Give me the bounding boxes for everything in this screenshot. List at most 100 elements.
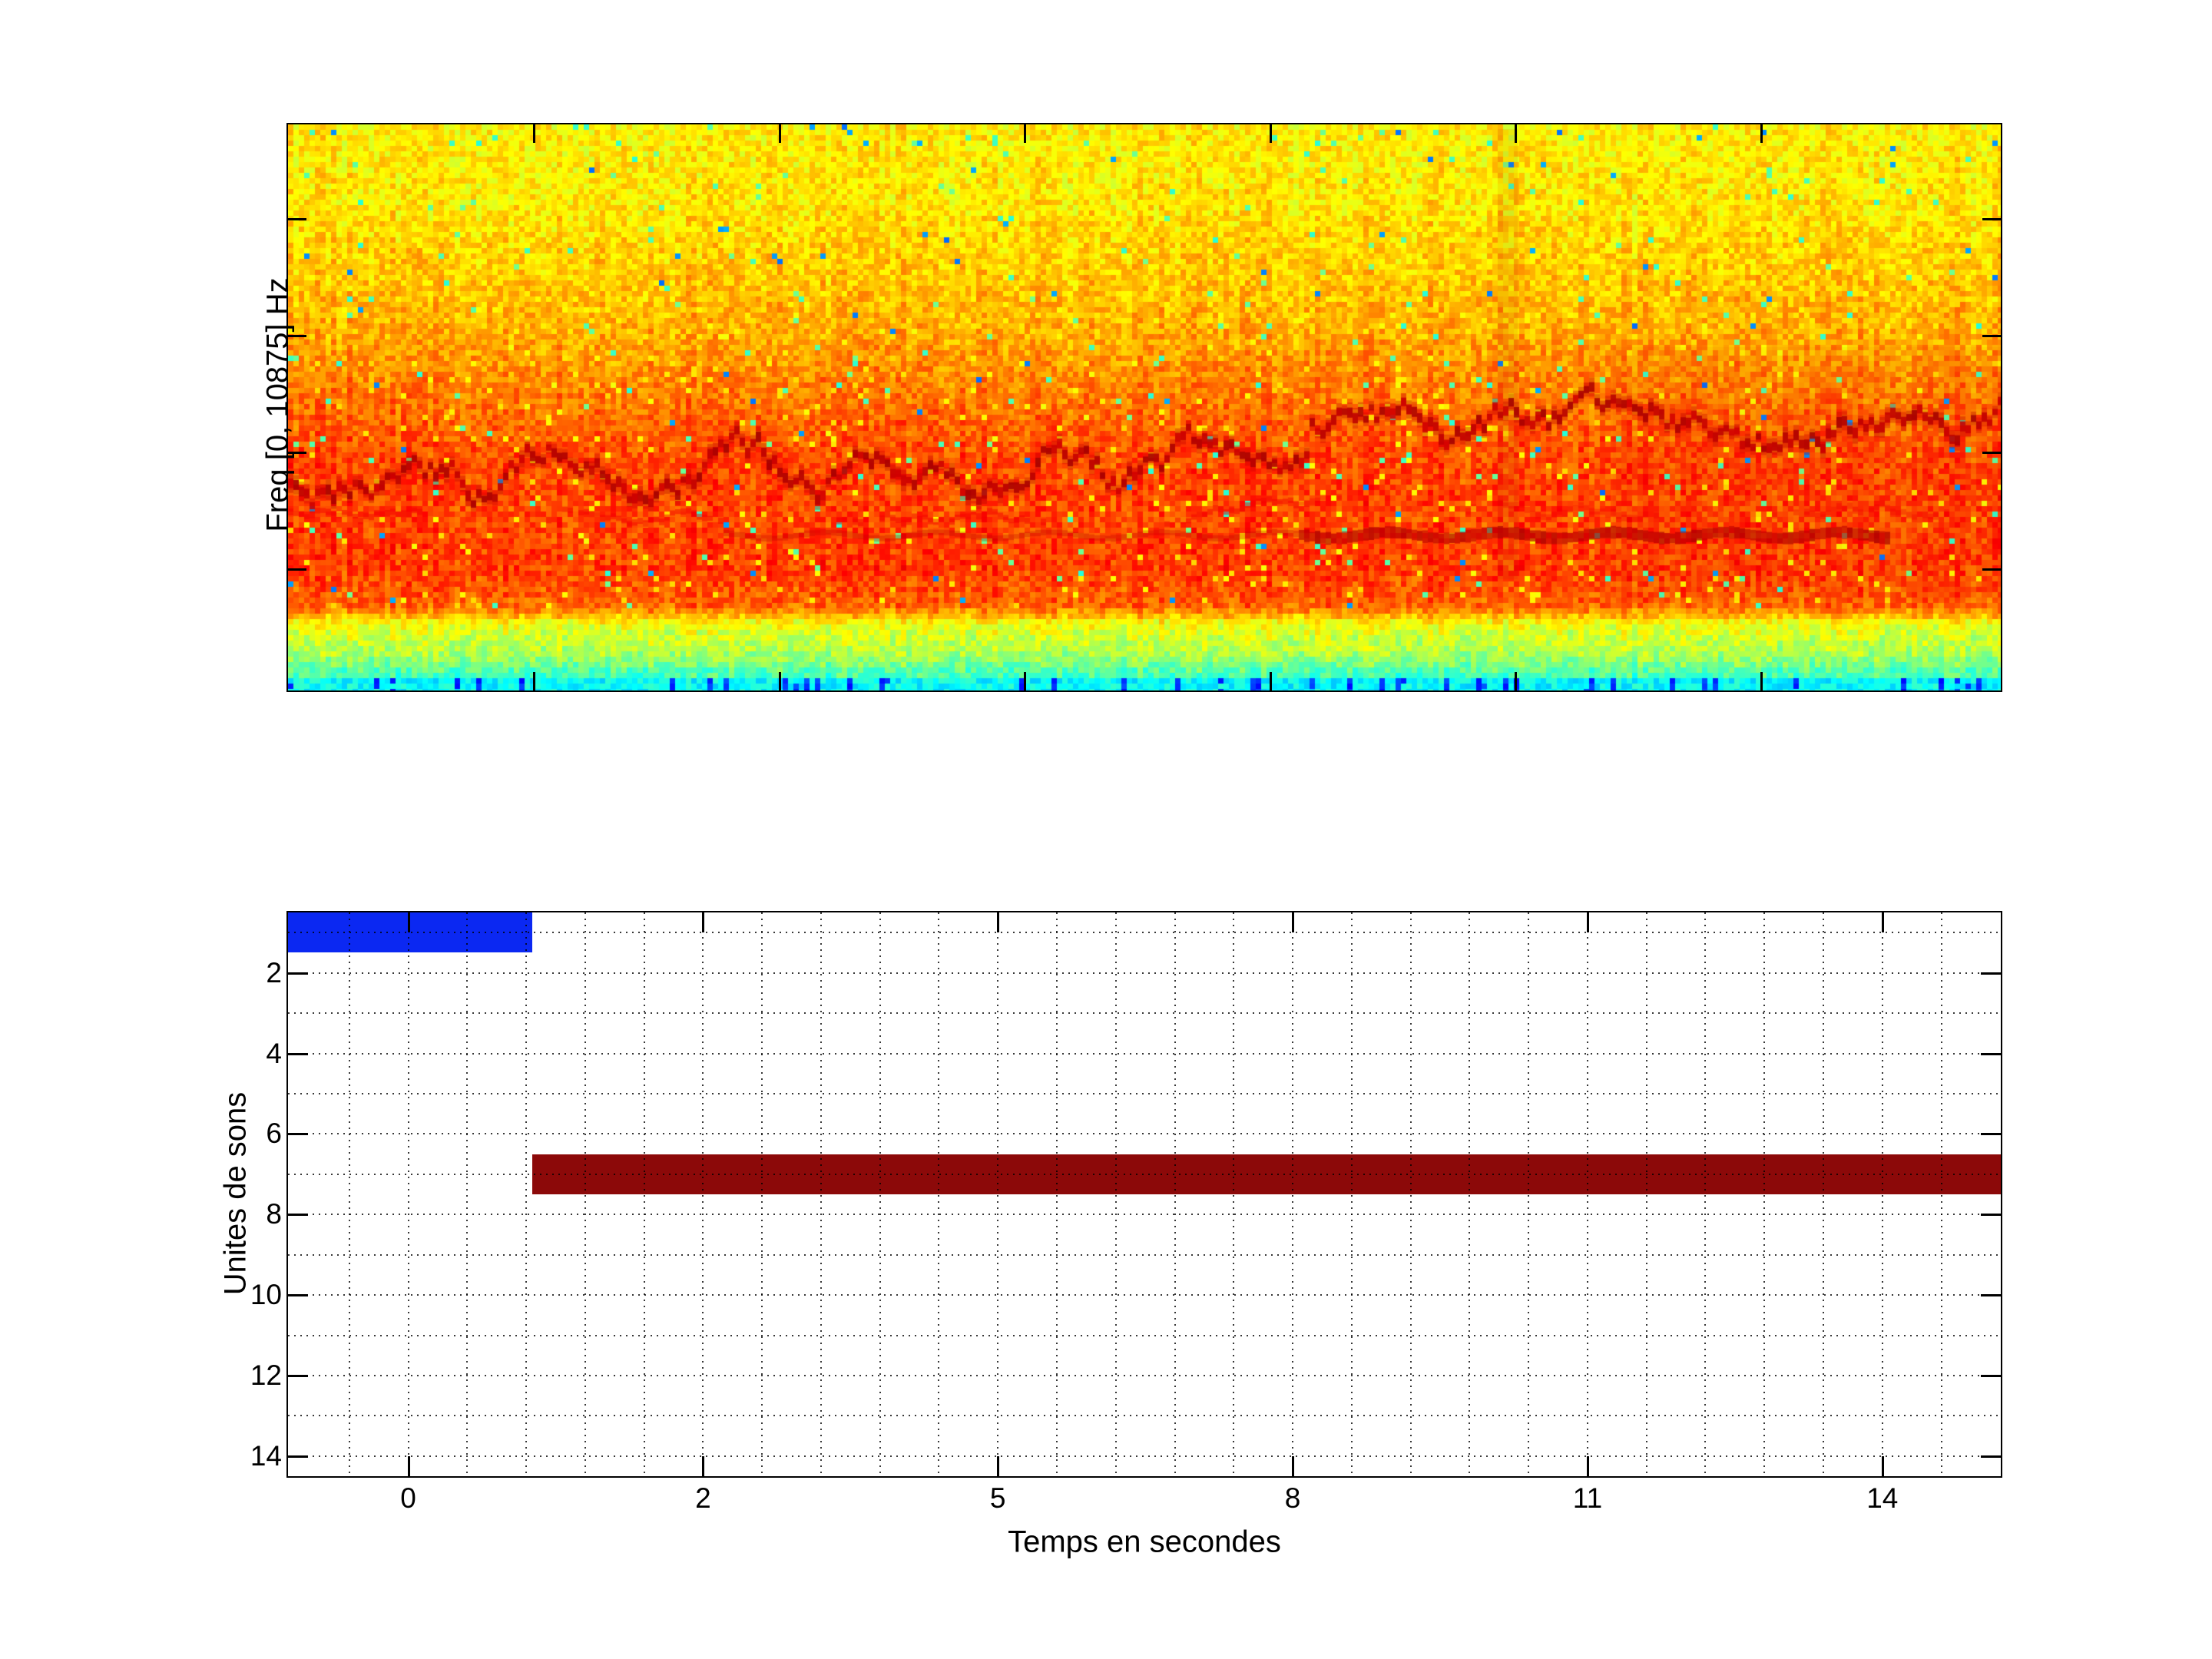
gridline-vertical bbox=[643, 912, 645, 1476]
y-tick-label: 10 bbox=[250, 1279, 282, 1311]
gridline-vertical bbox=[761, 912, 763, 1476]
activity-x-tick bbox=[1586, 912, 1589, 932]
spectrogram-x-tick bbox=[778, 124, 781, 143]
spectrogram-y-tick bbox=[288, 568, 306, 571]
activity-x-tick bbox=[997, 912, 1000, 932]
gridline-vertical bbox=[1350, 912, 1353, 1476]
spectrogram-x-tick bbox=[1515, 124, 1518, 143]
activity-x-tick bbox=[1586, 1456, 1589, 1476]
gridline-vertical bbox=[997, 912, 999, 1476]
activity-y-tick bbox=[288, 1052, 308, 1055]
gridline-vertical bbox=[466, 912, 469, 1476]
y-tick-label: 4 bbox=[266, 1037, 282, 1069]
activity-y-tick bbox=[1981, 1455, 2001, 1458]
gridline-horizontal bbox=[288, 1133, 2001, 1135]
spectrogram-x-tick bbox=[1024, 672, 1027, 690]
gridline-horizontal bbox=[288, 1294, 2001, 1296]
x-tick-label: 14 bbox=[1866, 1482, 1899, 1514]
gridline-horizontal bbox=[288, 1052, 2001, 1055]
gridline-horizontal bbox=[288, 1415, 2001, 1417]
spectrogram-x-tick bbox=[1269, 672, 1272, 690]
activity-x-tick bbox=[1292, 912, 1295, 932]
gridline-vertical bbox=[879, 912, 881, 1476]
spectrogram-x-tick bbox=[1760, 672, 1763, 690]
gridline-vertical bbox=[1881, 912, 1883, 1476]
spectrogram-image bbox=[288, 124, 2001, 690]
activity-plot bbox=[286, 911, 2002, 1478]
activity-y-tick bbox=[288, 1455, 308, 1458]
spectrogram-y-tick bbox=[288, 218, 306, 220]
gridline-horizontal bbox=[288, 1455, 2001, 1457]
gridline-horizontal bbox=[288, 1012, 2001, 1015]
activity-y-tick bbox=[288, 1133, 308, 1136]
activity-x-tick bbox=[997, 1456, 1000, 1476]
gridline-vertical bbox=[1586, 912, 1588, 1476]
activity-y-tick bbox=[288, 972, 308, 975]
spectrogram-y-tick bbox=[1982, 334, 2001, 337]
gridline-horizontal bbox=[288, 932, 2001, 934]
matlab-figure: Freq [0, 10875] Hz 0 2 5 8 11 14 2 4 6 8 10 12 14 T… bbox=[0, 0, 2212, 1659]
activity-x-tick bbox=[407, 912, 410, 932]
gridline-vertical bbox=[1940, 912, 1942, 1476]
activity-x-tick bbox=[1881, 1456, 1884, 1476]
y-tick-label: 14 bbox=[250, 1439, 282, 1472]
activity-y-tick bbox=[1981, 1133, 2001, 1136]
gridline-vertical bbox=[1114, 912, 1117, 1476]
gridline-vertical bbox=[1409, 912, 1412, 1476]
gridline-vertical bbox=[1823, 912, 1825, 1476]
gridline-vertical bbox=[1056, 912, 1058, 1476]
spectrogram-ylabel: Freq [0, 10875] Hz bbox=[260, 277, 295, 532]
gridline-vertical bbox=[1704, 912, 1707, 1476]
gridline-horizontal bbox=[288, 1173, 2001, 1175]
x-tick-label: 11 bbox=[1572, 1482, 1603, 1514]
activity-y-tick bbox=[288, 1374, 308, 1377]
spectrogram-x-tick bbox=[1760, 124, 1763, 143]
activity-y-tick bbox=[1981, 1214, 2001, 1217]
activity-x-tick bbox=[702, 912, 705, 932]
gridline-vertical bbox=[702, 912, 704, 1476]
spectrogram-x-tick bbox=[778, 672, 781, 690]
activity-ylabel: Unites de sons bbox=[218, 1091, 253, 1296]
activity-y-tick bbox=[288, 1214, 308, 1217]
activity-x-tick bbox=[1292, 1456, 1295, 1476]
spectrogram-y-tick bbox=[1982, 218, 2001, 220]
activity-x-tick bbox=[1881, 912, 1884, 932]
spectrogram-x-tick bbox=[533, 672, 535, 690]
x-tick-label: 8 bbox=[1284, 1482, 1301, 1514]
gridline-horizontal bbox=[288, 1253, 2001, 1256]
activity-y-tick bbox=[288, 1294, 308, 1297]
gridline-vertical bbox=[938, 912, 940, 1476]
activity-y-tick bbox=[1981, 1374, 2001, 1377]
gridline-vertical bbox=[584, 912, 586, 1476]
spectrogram-plot bbox=[286, 123, 2002, 692]
activity-y-tick bbox=[1981, 972, 2001, 975]
gridline-vertical bbox=[1233, 912, 1235, 1476]
gridline-vertical bbox=[1174, 912, 1176, 1476]
gridline-vertical bbox=[1645, 912, 1647, 1476]
y-tick-label: 12 bbox=[250, 1359, 282, 1391]
gridline-vertical bbox=[525, 912, 528, 1476]
y-tick-label: 2 bbox=[266, 956, 282, 988]
gridline-horizontal bbox=[288, 1092, 2001, 1094]
x-tick-label: 2 bbox=[695, 1482, 711, 1514]
gridline-vertical bbox=[348, 912, 350, 1476]
spectrogram-y-tick bbox=[1982, 568, 2001, 571]
gridline-vertical bbox=[407, 912, 409, 1476]
spectrogram-x-tick bbox=[533, 124, 535, 143]
spectrogram-x-tick bbox=[1269, 124, 1272, 143]
gridline-vertical bbox=[820, 912, 822, 1476]
gridline-horizontal bbox=[288, 1214, 2001, 1216]
gridline-vertical bbox=[1763, 912, 1766, 1476]
spectrogram-y-tick bbox=[1982, 452, 2001, 455]
spectrogram-x-tick bbox=[1515, 672, 1518, 690]
gridline-vertical bbox=[1292, 912, 1294, 1476]
activity-y-tick bbox=[1981, 1294, 2001, 1297]
y-tick-label: 8 bbox=[266, 1198, 282, 1230]
activity-y-tick bbox=[1981, 1052, 2001, 1055]
activity-x-tick bbox=[407, 1456, 410, 1476]
gridline-vertical bbox=[1469, 912, 1471, 1476]
activity-xlabel: Temps en secondes bbox=[1008, 1525, 1281, 1559]
gridline-horizontal bbox=[288, 1334, 2001, 1336]
x-tick-label: 5 bbox=[989, 1482, 1006, 1514]
spectrogram-x-tick bbox=[1024, 124, 1027, 143]
